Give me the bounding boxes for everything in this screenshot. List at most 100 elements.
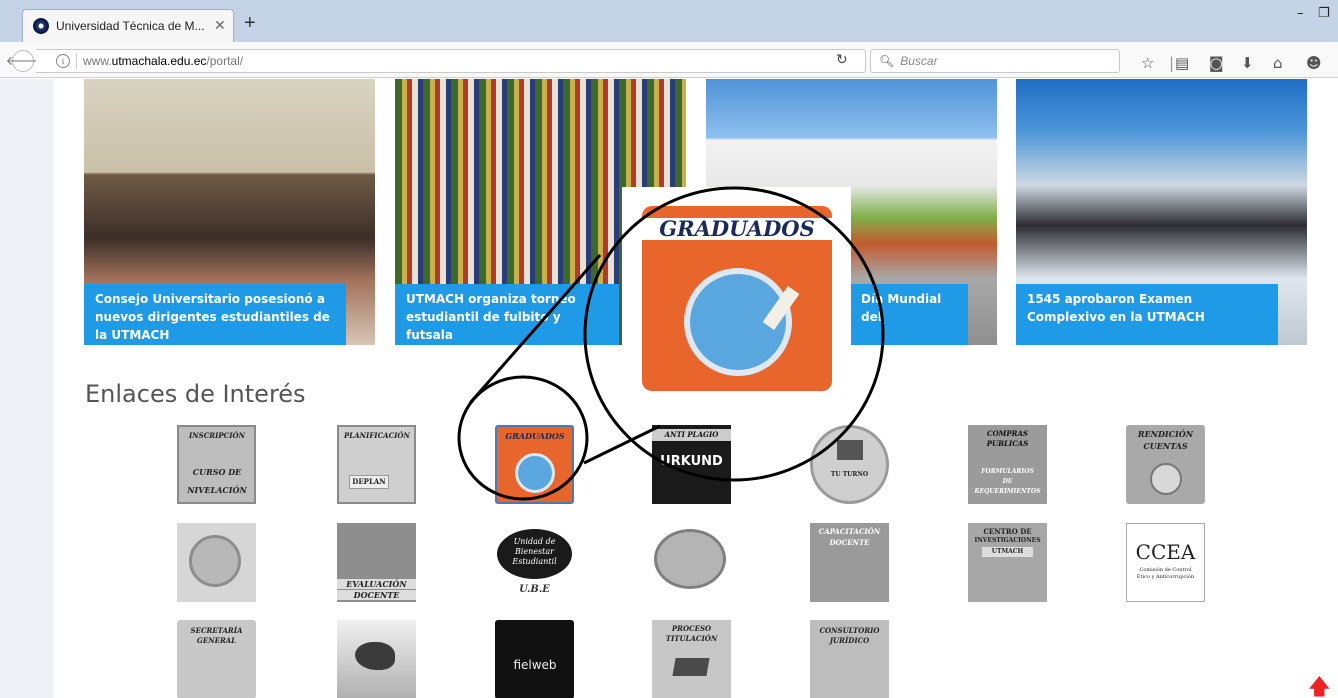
tile-label: PROCESO: [671, 624, 712, 633]
menu-icon[interactable]: ☻: [1306, 54, 1322, 72]
home-icon[interactable]: ⌂: [1273, 54, 1283, 72]
link-capacitacion-docente[interactable]: CAPACITACIÓN DOCENTE: [810, 523, 889, 602]
tile-label: DOCENTE: [337, 590, 416, 600]
tile-label: CAPACITACIÓN: [818, 527, 881, 536]
download-icon[interactable]: ⬇: [1241, 54, 1254, 72]
link-ccea[interactable]: CCEA Comisión de Control Ético y Anticor…: [1126, 523, 1205, 602]
info-icon[interactable]: i: [56, 54, 70, 68]
news-caption[interactable]: Día Mundial del: [850, 284, 968, 345]
new-tab-button[interactable]: +: [244, 12, 256, 35]
tile-label: Estudiantil: [512, 557, 557, 566]
tab-title: Universidad Técnica de M...: [56, 19, 205, 33]
tile-label: CONSULTORIO: [819, 626, 880, 635]
tile-label: CUENTAS: [1143, 441, 1188, 451]
tile-label: TITULACIÓN: [665, 634, 718, 643]
url-prefix: www.: [83, 54, 112, 68]
tab-utmachala[interactable]: Universidad Técnica de M... ✕: [22, 9, 234, 42]
link-buzon[interactable]: [652, 523, 731, 602]
link-secretaria-general[interactable]: SECRETARÍA GENERAL: [177, 620, 256, 698]
news-caption[interactable]: UTMACH organiza torneo estudiantil de fu…: [395, 284, 619, 345]
tile-label: EVALUACIÓN: [337, 579, 416, 589]
left-margin: [0, 79, 53, 698]
tile-label: FORMULARIOS: [981, 468, 1034, 475]
section-title: Enlaces de Interés: [85, 380, 306, 408]
tile-label: CCEA: [1135, 540, 1196, 564]
tile-label: Bienestar: [515, 547, 554, 556]
tile-label: URKUND: [660, 454, 723, 469]
pocket-icon[interactable]: ◙: [1209, 54, 1224, 72]
toolbar-separator: |: [1169, 54, 1175, 72]
check-seal-icon: [189, 535, 241, 587]
link-tu-turno[interactable]: TU TURNO: [810, 425, 889, 504]
graduados-zoom-callout: GRADUADOS: [622, 187, 851, 400]
tile-label: COMPRAS: [987, 429, 1028, 438]
news-caption[interactable]: 1545 aprobaron Examen Complexivo en la U…: [1016, 284, 1278, 345]
link-planificacion[interactable]: PLANIFICACIÓN DEPLAN: [337, 425, 416, 504]
tile-label: Unidad de: [513, 537, 556, 546]
link-graduados[interactable]: GRADUADOS: [495, 425, 574, 504]
navigation-bar: 🡐 i www. utmachala.edu.ec /portal/ ↻ 🔍︎ …: [0, 42, 1338, 78]
url-bar[interactable]: i www. utmachala.edu.ec /portal/: [36, 49, 866, 73]
url-host: utmachala.edu.ec: [111, 54, 207, 68]
speech-bubble-icon: [654, 529, 726, 589]
news-card-consejo[interactable]: Consejo Universitario posesionó a nuevos…: [84, 79, 375, 345]
seal-icon: [515, 453, 555, 493]
link-compras-publicas[interactable]: COMPRAS PUBLICAS FORMULARIOS DE REQUERIM…: [968, 425, 1047, 504]
tile-label: UTMACH: [982, 547, 1033, 557]
link-consultorio-juridico[interactable]: CONSULTORIO JURÍDICO: [810, 620, 889, 698]
graduation-cap-icon: [672, 658, 710, 676]
link-evaluacion-check[interactable]: [177, 523, 256, 602]
utmach-favicon-icon: [33, 18, 49, 34]
tile-label: INSCRIPCIÓN: [189, 431, 245, 440]
tile-label: JURÍDICO: [829, 636, 870, 645]
link-rendicion-cuentas[interactable]: RENDICIÓN CUENTAS: [1126, 425, 1205, 504]
url-separator: [76, 53, 77, 69]
callout-label: GRADUADOS: [642, 218, 832, 240]
tile-label: TU TURNO: [830, 471, 869, 478]
search-input[interactable]: 🔍︎ Buscar: [870, 49, 1120, 73]
news-card-examen[interactable]: 1545 aprobaron Examen Complexivo en la U…: [1016, 79, 1307, 345]
turn-display-icon: [837, 440, 863, 460]
restore-button[interactable]: ❐: [1318, 6, 1330, 21]
scroll-to-top-icon[interactable]: 🡅: [1308, 670, 1331, 698]
tile-label: RENDICIÓN: [1137, 429, 1194, 439]
tile-label: PLANIFICACIÓN: [344, 431, 410, 440]
tile-label: DEPLAN: [349, 475, 389, 489]
url-path: /portal/: [206, 54, 244, 68]
news-caption[interactable]: Consejo Universitario posesionó a nuevos…: [84, 284, 346, 345]
reading-list-icon[interactable]: ▤: [1175, 54, 1189, 72]
tile-label: DOCENTE: [829, 538, 870, 547]
back-button[interactable]: 🡐: [6, 50, 40, 72]
tile-label: Comisión de Control: [1139, 567, 1192, 573]
tile-label: REQUERIMIENTOS: [974, 488, 1041, 495]
link-evaluacion-docente[interactable]: EVALUACIÓN DOCENTE: [337, 523, 416, 602]
tile-label: ANTI PLAGIO: [652, 429, 731, 441]
tile-label: GRADUADOS: [505, 431, 565, 441]
reload-icon[interactable]: ↻: [836, 52, 848, 68]
page-content: Consejo Universitario posesionó a nuevos…: [0, 79, 1338, 698]
link-centro-investigaciones[interactable]: CENTRO DE INVESTIGACIONES UTMACH: [968, 523, 1047, 602]
tile-label: GENERAL: [196, 636, 237, 645]
link-proceso-titulacion[interactable]: PROCESO TITULACIÓN: [652, 620, 731, 698]
bird-icon: [355, 642, 395, 670]
link-anti-plagio[interactable]: ANTI PLAGIO URKUND: [652, 425, 731, 504]
seal-icon: [1150, 463, 1182, 495]
close-icon[interactable]: ✕: [214, 18, 226, 34]
tile-label: INVESTIGACIONES: [974, 537, 1041, 544]
link-fielweb[interactable]: fielweb: [495, 620, 574, 698]
link-ube[interactable]: Unidad de Bienestar Estudiantil U.B.E: [495, 523, 574, 602]
tile-label: DE: [1002, 478, 1013, 485]
search-placeholder: Buscar: [900, 54, 938, 68]
tile-label: U.B.E: [519, 584, 550, 595]
tile-label: Ético y Anticorrupción: [1136, 574, 1195, 580]
star-icon[interactable]: ☆: [1141, 54, 1154, 72]
minimize-button[interactable]: –: [1297, 6, 1304, 21]
tile-label: SECRETARÍA: [190, 626, 243, 635]
link-bird[interactable]: [337, 620, 416, 698]
tab-strip: Universidad Técnica de M... ✕ + – ❐: [0, 0, 1338, 42]
tile-label: CURSO DE: [192, 467, 242, 477]
tile-label: PUBLICAS: [986, 439, 1029, 448]
browser-window: Universidad Técnica de M... ✕ + – ❐ 🡐 i …: [0, 0, 1338, 698]
tile-label: fielweb: [513, 658, 557, 672]
link-inscripcion[interactable]: INSCRIPCIÓN CURSO DE NIVELACIÓN: [177, 425, 256, 504]
